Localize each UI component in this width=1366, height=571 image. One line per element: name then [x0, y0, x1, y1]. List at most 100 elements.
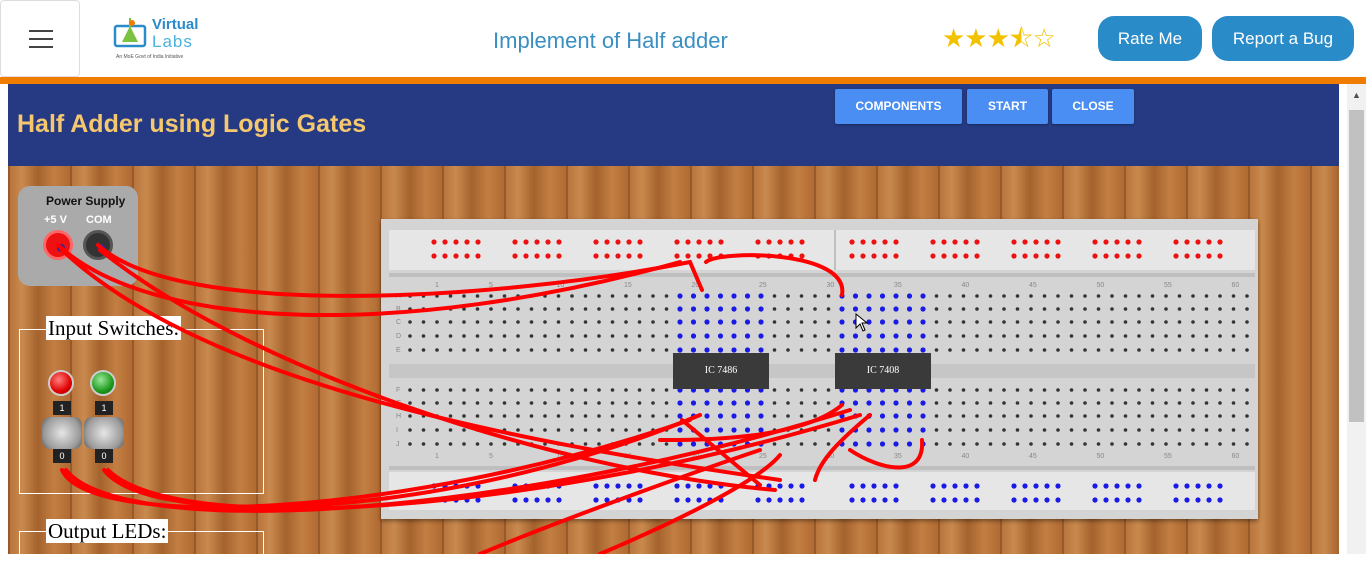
breadboard-hole[interactable] [882, 239, 888, 245]
breadboard-hole[interactable] [453, 253, 459, 259]
breadboard-hole[interactable] [839, 413, 845, 419]
breadboard-hole[interactable] [529, 428, 534, 432]
breadboard-hole[interactable] [464, 239, 470, 245]
breadboard-hole[interactable] [651, 294, 655, 298]
breadboard-hole[interactable] [866, 347, 872, 353]
breadboard-hole[interactable] [1206, 497, 1212, 503]
breadboard-hole[interactable] [462, 307, 466, 311]
breadboard-hole[interactable] [556, 428, 561, 432]
breadboard-hole[interactable] [866, 413, 872, 419]
breadboard-hole[interactable] [1195, 239, 1201, 245]
breadboard-hole[interactable] [475, 348, 480, 352]
breadboard-hole[interactable] [690, 347, 697, 353]
breadboard-hole[interactable] [408, 388, 412, 392]
breadboard-hole[interactable] [766, 483, 772, 489]
breadboard-hole[interactable] [799, 253, 805, 259]
breadboard-hole[interactable] [717, 347, 724, 353]
breadboard-hole[interactable] [624, 294, 628, 298]
breadboard-hole[interactable] [799, 307, 804, 311]
breadboard-hole[interactable] [758, 413, 764, 419]
breadboard-hole[interactable] [1123, 442, 1128, 446]
breadboard-hole[interactable] [637, 334, 642, 338]
breadboard-hole[interactable] [1245, 294, 1249, 298]
breadboard-hole[interactable] [813, 294, 817, 298]
breadboard-hole[interactable] [408, 442, 412, 446]
breadboard-hole[interactable] [570, 348, 574, 352]
breadboard-hole[interactable] [879, 441, 886, 447]
breadboard-hole[interactable] [852, 333, 859, 339]
breadboard-hole[interactable] [421, 334, 426, 338]
breadboard-hole[interactable] [431, 497, 437, 503]
scrollbar-thumb[interactable] [1349, 110, 1364, 422]
breadboard-hole[interactable] [556, 401, 561, 405]
breadboard-hole[interactable] [961, 348, 966, 352]
breadboard-hole[interactable] [502, 348, 507, 352]
breadboard-hole[interactable] [934, 334, 939, 338]
breadboard-hole[interactable] [1069, 307, 1074, 311]
breadboard-hole[interactable] [1123, 334, 1128, 338]
breadboard-hole[interactable] [583, 307, 588, 311]
breadboard-hole[interactable] [906, 319, 913, 325]
breadboard-hole[interactable] [1002, 388, 1006, 392]
breadboard-hole[interactable] [1055, 239, 1061, 245]
breadboard-hole[interactable] [696, 497, 702, 503]
breadboard-hole[interactable] [772, 320, 777, 324]
breadboard-hole[interactable] [755, 497, 761, 503]
breadboard-hole[interactable] [866, 306, 872, 312]
breadboard-hole[interactable] [1096, 348, 1101, 352]
breadboard-hole[interactable] [674, 483, 680, 489]
breadboard-hole[interactable] [637, 294, 642, 298]
breadboard-hole[interactable] [593, 497, 599, 503]
breadboard-hole[interactable] [871, 497, 877, 503]
breadboard-hole[interactable] [534, 483, 540, 489]
breadboard-hole[interactable] [893, 400, 899, 406]
breadboard-hole[interactable] [534, 497, 540, 503]
breadboard-hole[interactable] [610, 414, 615, 418]
breadboard-hole[interactable] [1083, 401, 1087, 405]
breadboard-hole[interactable] [1204, 442, 1209, 446]
breadboard-hole[interactable] [624, 428, 628, 432]
breadboard-hole[interactable] [1110, 348, 1114, 352]
breadboard-hole[interactable] [744, 333, 751, 339]
breadboard-hole[interactable] [879, 427, 886, 433]
breadboard-hole[interactable] [677, 319, 683, 325]
breadboard-hole[interactable] [852, 306, 859, 312]
breadboard-hole[interactable] [988, 294, 993, 298]
breadboard-hole[interactable] [704, 306, 710, 312]
breadboard-hole[interactable] [435, 428, 439, 432]
breadboard-hole[interactable] [952, 253, 958, 259]
breadboard-hole[interactable] [786, 401, 790, 405]
breadboard-hole[interactable] [516, 388, 520, 392]
breadboard-hole[interactable] [1083, 414, 1087, 418]
breadboard-hole[interactable] [677, 333, 683, 339]
breadboard-hole[interactable] [974, 483, 980, 489]
breadboard-hole[interactable] [448, 294, 453, 298]
breadboard-hole[interactable] [529, 401, 534, 405]
scroll-up-arrow-icon[interactable]: ▲ [1349, 88, 1364, 102]
breadboard-hole[interactable] [893, 293, 899, 299]
breadboard-hole[interactable] [860, 483, 866, 489]
breadboard-hole[interactable] [1206, 253, 1212, 259]
breadboard-hole[interactable] [475, 483, 481, 489]
breadboard-hole[interactable] [826, 320, 831, 324]
breadboard-hole[interactable] [1015, 307, 1020, 311]
breadboard-hole[interactable] [637, 497, 643, 503]
breadboard-hole[interactable] [772, 414, 777, 418]
breadboard-hole[interactable] [786, 294, 790, 298]
breadboard-hole[interactable] [597, 320, 601, 324]
breadboard-hole[interactable] [871, 483, 877, 489]
breadboard-hole[interactable] [772, 428, 777, 432]
breadboard-hole[interactable] [1015, 428, 1020, 432]
breadboard-hole[interactable] [475, 401, 480, 405]
breadboard-hole[interactable] [860, 253, 866, 259]
breadboard-hole[interactable] [813, 320, 817, 324]
breadboard-hole[interactable] [597, 442, 601, 446]
breadboard-hole[interactable] [421, 428, 426, 432]
breadboard-hole[interactable] [826, 334, 831, 338]
breadboard-hole[interactable] [1231, 334, 1236, 338]
breadboard-hole[interactable] [1069, 334, 1074, 338]
breadboard-hole[interactable] [879, 400, 886, 406]
breadboard-hole[interactable] [813, 428, 817, 432]
breadboard-hole[interactable] [1173, 497, 1179, 503]
breadboard-hole[interactable] [543, 348, 547, 352]
